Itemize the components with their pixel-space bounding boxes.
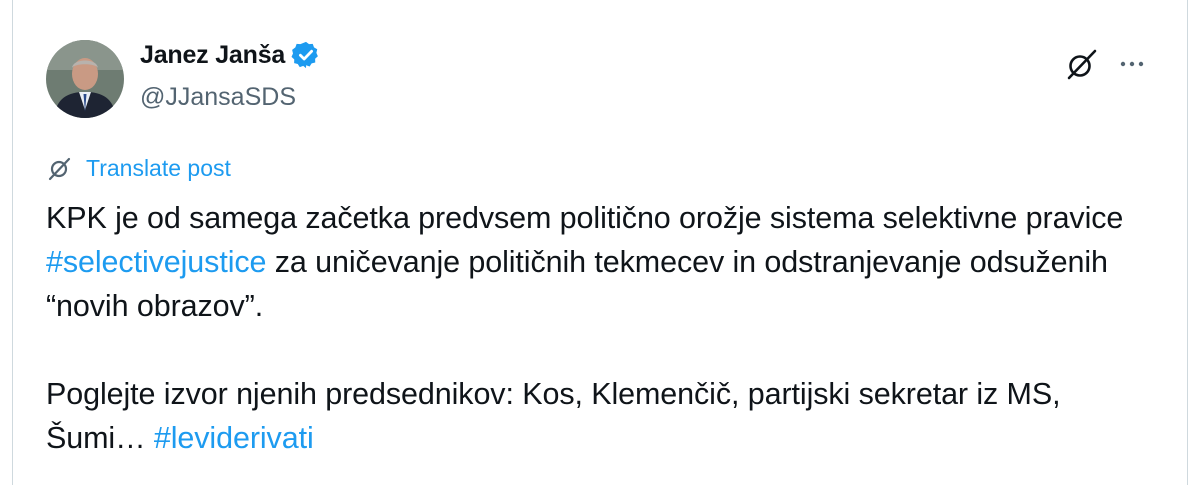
author-name[interactable]: Janez Janša [140, 41, 285, 70]
post-text-segment: KPK je od samega začetka predvsem politi… [46, 201, 1124, 235]
grok-icon [46, 154, 74, 182]
hashtag-link[interactable]: #leviderivati [154, 421, 314, 455]
translate-post-link[interactable]: Translate post [46, 154, 231, 182]
translate-label: Translate post [86, 154, 231, 181]
hashtag-link[interactable]: #selectivejustice [46, 245, 266, 279]
post-paragraph: Poglejte izvor njenih predsednikov: Kos,… [46, 372, 1156, 460]
grok-icon[interactable] [1062, 44, 1102, 84]
post-text: KPK je od samega začetka predvsem politi… [46, 196, 1156, 460]
post-paragraph: KPK je od samega začetka predvsem politi… [46, 196, 1156, 328]
avatar[interactable] [46, 40, 124, 118]
more-icon[interactable] [1112, 44, 1152, 84]
author-handle[interactable]: @JJansaSDS [140, 83, 296, 112]
verified-badge-icon [291, 40, 321, 70]
